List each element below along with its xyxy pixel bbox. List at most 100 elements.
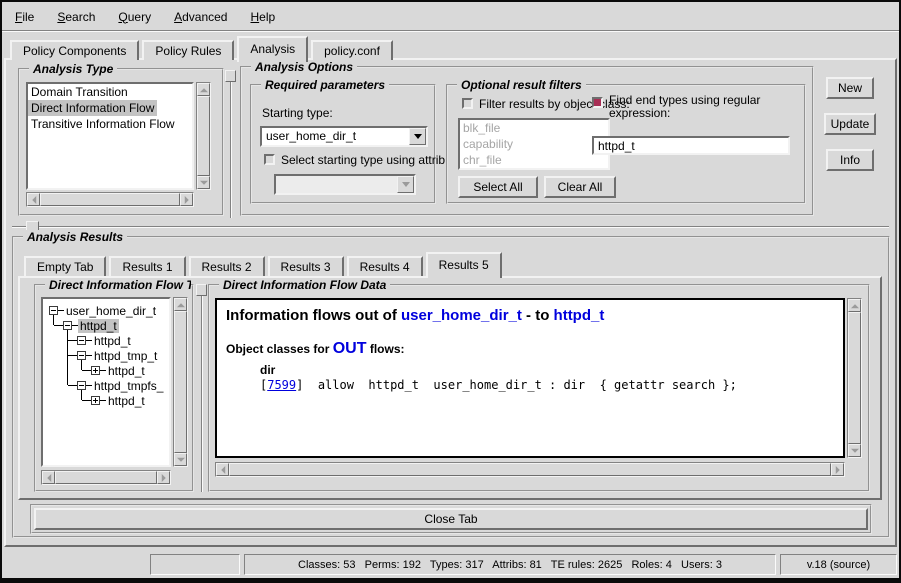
analysis-results-title: Analysis Results bbox=[23, 230, 127, 244]
scroll-down-icon[interactable] bbox=[197, 176, 210, 189]
expander-icon[interactable] bbox=[77, 381, 86, 390]
flow-tree-title: Direct Information Flow T bbox=[45, 278, 191, 292]
expander-icon[interactable] bbox=[49, 306, 58, 315]
object-class-item: capability bbox=[460, 136, 516, 152]
analysis-type-item[interactable]: Domain Transition bbox=[28, 84, 131, 100]
expander-icon[interactable] bbox=[91, 366, 100, 375]
tab-policy-rules[interactable]: Policy Rules bbox=[142, 40, 234, 60]
pane-sash-handle[interactable] bbox=[225, 70, 236, 82]
scroll-right-icon[interactable] bbox=[831, 463, 844, 476]
starting-type-combobox[interactable]: user_home_dir_t bbox=[260, 126, 428, 147]
menu-separator bbox=[2, 30, 899, 32]
tab-results-5[interactable]: Results 5 bbox=[426, 252, 502, 278]
tree-node[interactable]: httpd_t bbox=[43, 393, 169, 408]
scroll-up-icon[interactable] bbox=[197, 83, 210, 96]
attrib-checkbox-label: Select starting type using attrib: bbox=[281, 154, 448, 167]
flow-tree-panel: Direct Information Flow T user_home_dir_… bbox=[34, 284, 194, 492]
tree-node[interactable]: httpd_tmp_t bbox=[43, 348, 169, 363]
tab-results-3[interactable]: Results 3 bbox=[268, 256, 344, 276]
close-tab-button[interactable]: Close Tab bbox=[34, 508, 868, 530]
new-button[interactable]: New bbox=[826, 77, 874, 99]
analysis-type-item[interactable]: Transitive Information Flow bbox=[28, 116, 178, 132]
scroll-down-icon[interactable] bbox=[174, 453, 187, 466]
tab-analysis[interactable]: Analysis bbox=[237, 36, 308, 62]
menu-file[interactable]: File bbox=[12, 8, 37, 26]
analysis-tab-page: Analysis Type Domain Transition Direct I… bbox=[4, 58, 897, 547]
menu-query[interactable]: Query bbox=[115, 8, 154, 26]
analysis-type-hscrollbar[interactable] bbox=[26, 192, 194, 207]
scroll-left-icon[interactable] bbox=[42, 471, 55, 484]
update-button[interactable]: Update bbox=[824, 113, 876, 135]
tab-results-4[interactable]: Results 4 bbox=[347, 256, 423, 276]
close-tab-frame: Close Tab bbox=[30, 504, 872, 534]
menu-advanced[interactable]: Advanced bbox=[171, 8, 230, 26]
attrib-combobox[interactable] bbox=[274, 174, 416, 195]
scroll-left-icon[interactable] bbox=[216, 463, 229, 476]
expander-icon[interactable] bbox=[63, 321, 72, 330]
analysis-type-vscrollbar[interactable] bbox=[196, 82, 211, 190]
main-tab-bar: Policy Components Policy Rules Analysis … bbox=[10, 40, 396, 60]
chevron-down-icon[interactable] bbox=[409, 128, 426, 145]
required-parameters-title: Required parameters bbox=[261, 78, 389, 92]
flow-tree[interactable]: user_home_dir_t httpd_t httpd_t httpd_tm… bbox=[41, 297, 171, 467]
end-type: httpd_t bbox=[554, 307, 605, 324]
analysis-type-listbox[interactable]: Domain Transition Direct Information Flo… bbox=[26, 82, 194, 190]
tree-node[interactable]: httpd_t bbox=[43, 333, 169, 348]
flow-heading: Information flows out of user_home_dir_t… bbox=[226, 307, 834, 324]
analysis-type-title: Analysis Type bbox=[29, 62, 117, 76]
tab-empty[interactable]: Empty Tab bbox=[24, 256, 106, 276]
expander-icon[interactable] bbox=[77, 336, 86, 345]
data-hscrollbar[interactable] bbox=[215, 462, 845, 477]
tab-policy-conf[interactable]: policy.conf bbox=[311, 40, 393, 60]
tree-node[interactable]: user_home_dir_t bbox=[43, 303, 169, 318]
analysis-options-title: Analysis Options bbox=[251, 60, 357, 74]
clear-all-button[interactable]: Clear All bbox=[544, 176, 616, 198]
status-version: v.18 (source) bbox=[780, 554, 897, 575]
data-vscrollbar[interactable] bbox=[847, 298, 862, 458]
results-sash-handle[interactable] bbox=[196, 284, 207, 296]
required-parameters-panel: Required parameters Starting type: user_… bbox=[250, 84, 436, 204]
tab-policy-components[interactable]: Policy Components bbox=[10, 40, 139, 60]
tree-node[interactable]: httpd_t bbox=[43, 363, 169, 378]
menu-help[interactable]: Help bbox=[247, 8, 278, 26]
scroll-thumb[interactable] bbox=[229, 463, 831, 476]
regex-checkbox[interactable] bbox=[592, 97, 603, 108]
info-button[interactable]: Info bbox=[826, 149, 874, 171]
scroll-up-icon[interactable] bbox=[174, 298, 187, 311]
pane-divider-vertical bbox=[230, 70, 232, 218]
scroll-down-icon[interactable] bbox=[848, 444, 861, 457]
tree-vscrollbar[interactable] bbox=[173, 297, 188, 467]
tree-node[interactable]: httpd_t bbox=[43, 318, 169, 333]
menu-search[interactable]: Search bbox=[54, 8, 98, 26]
scroll-thumb[interactable] bbox=[848, 312, 861, 444]
attrib-value bbox=[276, 176, 397, 193]
filter-object-class-checkbox[interactable] bbox=[462, 98, 473, 109]
scroll-up-icon[interactable] bbox=[848, 299, 861, 312]
pane-divider-horizontal bbox=[12, 226, 889, 228]
rule-number-link[interactable]: 7599 bbox=[267, 378, 296, 392]
tab-results-2[interactable]: Results 2 bbox=[189, 256, 265, 276]
analysis-type-item[interactable]: Direct Information Flow bbox=[28, 100, 157, 116]
starting-type-value: user_home_dir_t bbox=[262, 128, 409, 145]
scroll-left-icon[interactable] bbox=[27, 193, 40, 206]
attrib-checkbox-row: Select starting type using attrib: bbox=[264, 154, 432, 167]
flow-data-text[interactable]: Information flows out of user_home_dir_t… bbox=[215, 298, 845, 458]
expander-icon[interactable] bbox=[77, 351, 86, 360]
tree-node[interactable]: httpd_tmpfs_ bbox=[43, 378, 169, 393]
scroll-right-icon[interactable] bbox=[157, 471, 170, 484]
tab-results-1[interactable]: Results 1 bbox=[109, 256, 185, 276]
object-class-listbox[interactable]: blk_file capability chr_file bbox=[458, 118, 610, 170]
expander-icon[interactable] bbox=[91, 396, 100, 405]
results-divider-vertical bbox=[201, 284, 203, 492]
attrib-checkbox[interactable] bbox=[264, 154, 275, 165]
select-all-button[interactable]: Select All bbox=[458, 176, 538, 198]
tree-hscrollbar[interactable] bbox=[41, 470, 171, 485]
scroll-right-icon[interactable] bbox=[180, 193, 193, 206]
scroll-thumb[interactable] bbox=[55, 471, 157, 484]
analysis-results-panel: Analysis Results Empty Tab Results 1 Res… bbox=[12, 236, 890, 538]
chevron-down-icon bbox=[397, 176, 414, 193]
scroll-thumb[interactable] bbox=[40, 193, 180, 206]
regex-input[interactable] bbox=[592, 136, 790, 155]
scroll-thumb[interactable] bbox=[197, 96, 210, 176]
scroll-thumb[interactable] bbox=[174, 311, 187, 453]
